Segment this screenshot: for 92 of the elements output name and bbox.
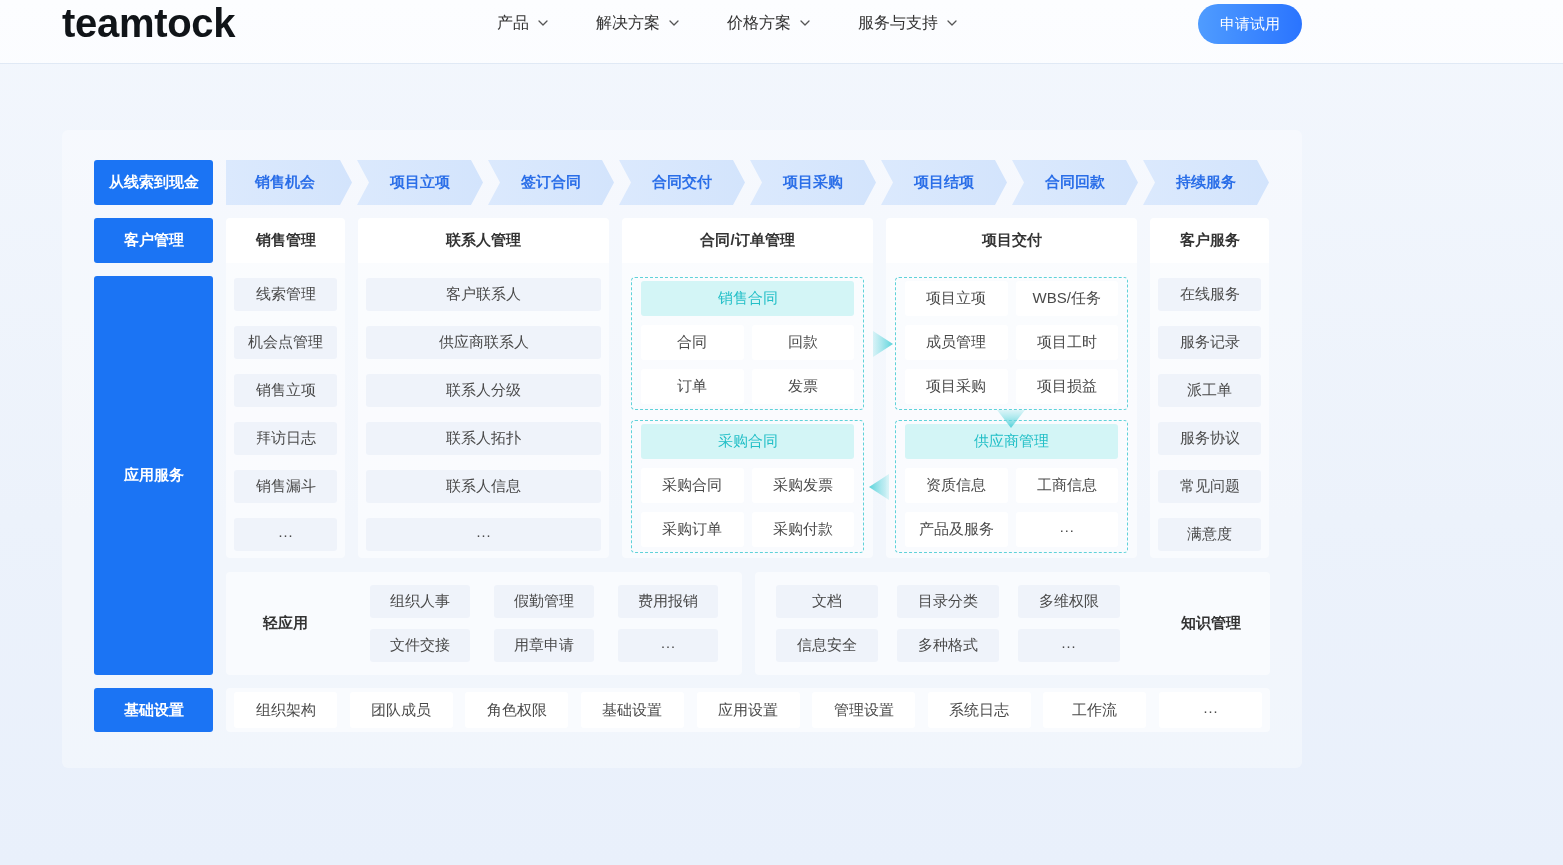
group-title: 供应商管理 <box>905 424 1118 459</box>
logo[interactable]: teamtock <box>62 3 236 43</box>
module-item: 在线服务 <box>1158 278 1261 311</box>
module-item: 服务记录 <box>1158 326 1261 359</box>
group-title: 销售合同 <box>641 281 854 316</box>
app-item: 多种格式 <box>896 629 999 662</box>
flow-step: 合同回款 <box>1012 160 1138 205</box>
category-label: 应用服务 <box>94 276 213 675</box>
setting-item: ··· <box>1159 692 1262 728</box>
group-item: 回款 <box>751 325 854 360</box>
app-item: 多维权限 <box>1017 585 1120 618</box>
trial-button[interactable]: 申请试用 <box>1198 4 1302 44</box>
group-item: 项目损益 <box>1015 369 1118 404</box>
group-item: ··· <box>1015 512 1118 547</box>
group-item: WBS/任务 <box>1015 281 1118 316</box>
nav-item[interactable]: 服务与支持 <box>858 13 958 33</box>
module-item: 拜访日志 <box>234 422 337 455</box>
module-item: 线索管理 <box>234 278 337 311</box>
module-item: 联系人信息 <box>366 470 601 503</box>
group-item: 发票 <box>751 369 854 404</box>
group-title: 采购合同 <box>641 424 854 459</box>
setting-item: 组织架构 <box>234 692 337 728</box>
setting-item: 角色权限 <box>465 692 569 728</box>
module-item: 机会点管理 <box>234 326 337 359</box>
flow-step: 项目结项 <box>881 160 1007 205</box>
app-item: ··· <box>1017 629 1120 662</box>
app-item: 费用报销 <box>618 585 718 618</box>
down-arrow-icon <box>997 410 1025 428</box>
setting-item: 团队成员 <box>349 692 453 728</box>
group-item: 产品及服务 <box>905 512 1008 547</box>
setting-item: 系统日志 <box>927 692 1031 728</box>
group-item: 项目立项 <box>905 281 1008 316</box>
app-item: 文档 <box>775 585 878 618</box>
setting-item: 工作流 <box>1043 692 1147 728</box>
chevron-down-icon <box>947 20 958 26</box>
nav-item[interactable]: 解决方案 <box>596 13 680 33</box>
flow-step: 签订合同 <box>488 160 614 205</box>
category-label: 客户管理 <box>94 218 213 263</box>
group-item: 采购发票 <box>751 468 854 503</box>
setting-item: 管理设置 <box>812 692 916 728</box>
module-item: 联系人分级 <box>366 374 601 407</box>
group-item: 项目工时 <box>1015 325 1118 360</box>
panel-label: 知识管理 <box>1179 614 1242 633</box>
app-item: 假勤管理 <box>494 585 594 618</box>
module-item: 常见问题 <box>1158 470 1261 503</box>
category-label: 基础设置 <box>94 688 213 732</box>
module-item: 服务协议 <box>1158 422 1261 455</box>
group-item: 成员管理 <box>905 325 1008 360</box>
right-arrow-icon <box>873 331 893 357</box>
app-item: 信息安全 <box>775 629 878 662</box>
chevron-down-icon <box>538 20 549 26</box>
module-header: 合同/订单管理 <box>622 218 873 263</box>
chevron-down-icon <box>800 20 811 26</box>
group-item: 合同 <box>641 325 744 360</box>
group-item: 订单 <box>641 369 744 404</box>
group-item: 工商信息 <box>1015 468 1118 503</box>
module-header: 客户服务 <box>1150 218 1269 263</box>
panel-label: 轻应用 <box>261 614 309 633</box>
module-item: 销售立项 <box>234 374 337 407</box>
module-item: 客户联系人 <box>366 278 601 311</box>
app-item: 目录分类 <box>896 585 999 618</box>
module-item: 供应商联系人 <box>366 326 601 359</box>
chevron-down-icon <box>669 20 680 26</box>
category-label: 从线索到现金 <box>94 160 213 205</box>
flow-step: 销售机会 <box>226 160 352 205</box>
flow-step: 项目立项 <box>357 160 483 205</box>
flow-step: 持续服务 <box>1143 160 1269 205</box>
left-arrow-icon <box>869 474 889 500</box>
app-item: 用章申请 <box>494 629 594 662</box>
module-header: 销售管理 <box>226 218 345 263</box>
setting-item: 应用设置 <box>696 692 800 728</box>
module-item: ··· <box>234 518 337 551</box>
group-item: 项目采购 <box>905 369 1008 404</box>
module-header: 联系人管理 <box>358 218 609 263</box>
flow-step: 合同交付 <box>619 160 745 205</box>
group-item: 资质信息 <box>905 468 1008 503</box>
app-item: 文件交接 <box>370 629 470 662</box>
group-item: 采购订单 <box>641 512 744 547</box>
module-item: 派工单 <box>1158 374 1261 407</box>
app-item: 组织人事 <box>370 585 470 618</box>
module-item: 销售漏斗 <box>234 470 337 503</box>
module-item: 联系人拓扑 <box>366 422 601 455</box>
module-item: ··· <box>366 518 601 551</box>
group-item: 采购合同 <box>641 468 744 503</box>
app-item: ··· <box>618 629 718 662</box>
setting-item: 基础设置 <box>580 692 684 728</box>
nav-item[interactable]: 产品 <box>497 13 549 33</box>
group-item: 采购付款 <box>751 512 854 547</box>
module-header: 项目交付 <box>886 218 1137 263</box>
flow-step: 项目采购 <box>750 160 876 205</box>
module-item: 满意度 <box>1158 518 1261 551</box>
nav-item[interactable]: 价格方案 <box>727 13 811 33</box>
